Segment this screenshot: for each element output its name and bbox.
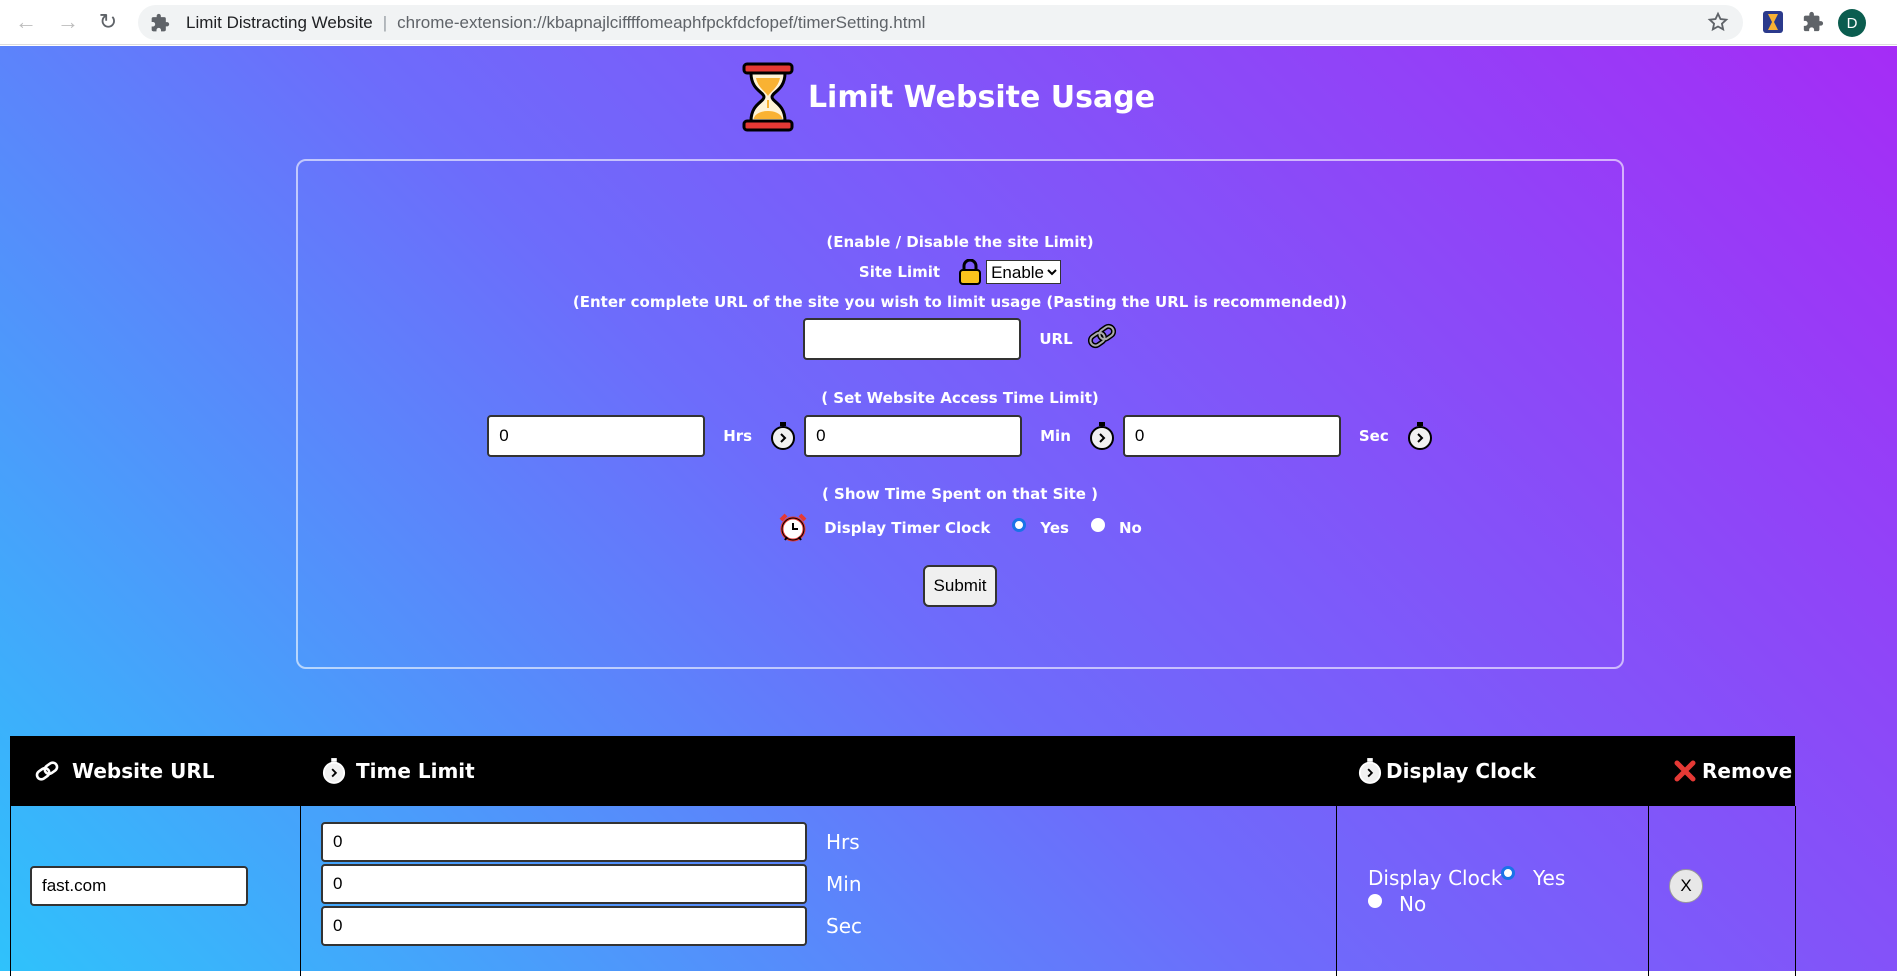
url-input[interactable] (803, 318, 1022, 360)
submit-row: Submit (298, 565, 1622, 607)
extensions-puzzle-icon[interactable] (1800, 9, 1826, 35)
browser-toolbar: ← → ↻ Limit Distracting Website | chrome… (0, 0, 1897, 45)
cell-display-clock: Display Clock Yes No (1337, 806, 1649, 976)
profile-avatar[interactable]: D (1838, 9, 1866, 37)
hours-input[interactable] (487, 415, 706, 457)
header-remove: Remove (1648, 736, 1795, 806)
forward-icon[interactable]: → (48, 2, 88, 42)
row-display-clock-yes-radio[interactable] (1501, 866, 1515, 880)
site-name: Limit Distracting Website (186, 12, 373, 32)
minutes-label: Min (1040, 427, 1071, 445)
table-row: Hrs Min Sec Display Clock Yes No X (10, 806, 1796, 976)
cell-time-limit: Hrs Min Sec (301, 806, 1337, 976)
url-hint: (Enter complete URL of the site you wish… (572, 293, 1348, 311)
time-limit-row: Hrs Min Sec (298, 413, 1622, 459)
header-display-clock-label: Display Clock (1386, 759, 1536, 783)
site-limit-label: Site Limit (858, 263, 941, 281)
minutes-input[interactable] (804, 415, 1023, 457)
stopwatch-icon (771, 422, 796, 450)
remove-row-button[interactable]: X (1669, 869, 1703, 903)
row-seconds-label: Sec (826, 914, 862, 938)
reload-icon[interactable]: ↻ (88, 2, 128, 42)
submit-button[interactable]: Submit (923, 565, 997, 607)
seconds-label: Sec (1358, 427, 1389, 445)
display-timer-no-radio[interactable] (1090, 518, 1105, 532)
row-minutes-label: Min (826, 872, 862, 896)
link-icon (35, 761, 59, 781)
link-icon (1087, 323, 1116, 349)
display-timer-label: Display Timer Clock (824, 519, 991, 537)
row-url-input[interactable] (30, 866, 248, 906)
header-website-url: Website URL (10, 736, 300, 806)
address-bar[interactable]: Limit Distracting Website | chrome-exten… (138, 5, 1743, 40)
header-website-url-label: Website URL (72, 759, 215, 783)
display-timer-yes-label: Yes (1040, 519, 1069, 537)
show-time-hint: ( Show Time Spent on that Site ) (821, 485, 1099, 503)
row-display-clock-no-radio[interactable] (1368, 894, 1382, 908)
row-display-clock-label: Display Clock (1368, 866, 1503, 890)
hourglass-icon (742, 62, 794, 132)
back-icon[interactable]: ← (6, 2, 46, 42)
display-timer-row: Display Timer Clock Yes No (298, 511, 1622, 545)
url-text: chrome-extension://kbapnajlciffffomeaphf… (397, 12, 926, 32)
page-title: Limit Website Usage (807, 79, 1156, 115)
stopwatch-icon (1089, 422, 1114, 450)
extension-puzzle-icon (151, 13, 170, 31)
row-seconds-input[interactable] (321, 906, 807, 946)
site-limit-row: Site Limit Enable (298, 257, 1622, 287)
omnibox-separator: | (382, 12, 388, 32)
cross-mark-icon (1674, 760, 1696, 782)
row-display-clock-no-label: No (1399, 892, 1427, 916)
cell-website-url (11, 806, 301, 976)
padlock-icon (959, 259, 982, 285)
header-time-limit-label: Time Limit (356, 759, 475, 783)
url-row: URL (298, 316, 1622, 362)
page-body: Limit Website Usage (Enable / Disable th… (0, 46, 1897, 976)
url-label: URL (1039, 330, 1073, 348)
page-header: Limit Website Usage (0, 62, 1897, 132)
row-display-clock-yes-label: Yes (1533, 866, 1566, 890)
hourglass-extension-icon[interactable] (1760, 9, 1786, 35)
stopwatch-icon (1358, 758, 1382, 784)
enable-hint: (Enable / Disable the site Limit) (826, 233, 1094, 251)
hours-label: Hrs (723, 427, 753, 445)
stopwatch-icon (322, 758, 346, 784)
alarm-clock-icon (779, 513, 807, 542)
seconds-input[interactable] (1122, 415, 1341, 457)
site-limit-select[interactable]: Enable (986, 260, 1062, 284)
stopwatch-icon (1407, 422, 1432, 450)
bookmark-star-icon[interactable] (1707, 11, 1729, 33)
row-minutes-input[interactable] (321, 864, 807, 904)
header-display-clock: Display Clock (1336, 736, 1648, 806)
settings-panel: (Enable / Disable the site Limit) Site L… (296, 159, 1624, 669)
cell-remove: X (1649, 806, 1796, 976)
display-timer-no-label: No (1118, 519, 1142, 537)
row-hours-input[interactable] (321, 822, 807, 862)
display-timer-yes-radio[interactable] (1012, 518, 1027, 532)
header-time-limit: Time Limit (300, 736, 1336, 806)
row-hours-label: Hrs (826, 830, 860, 854)
time-limit-hint: ( Set Website Access Time Limit) (821, 389, 1099, 407)
header-remove-label: Remove (1702, 759, 1793, 783)
table-header: Website URL Time Limit Display Clock Rem… (10, 736, 1795, 806)
